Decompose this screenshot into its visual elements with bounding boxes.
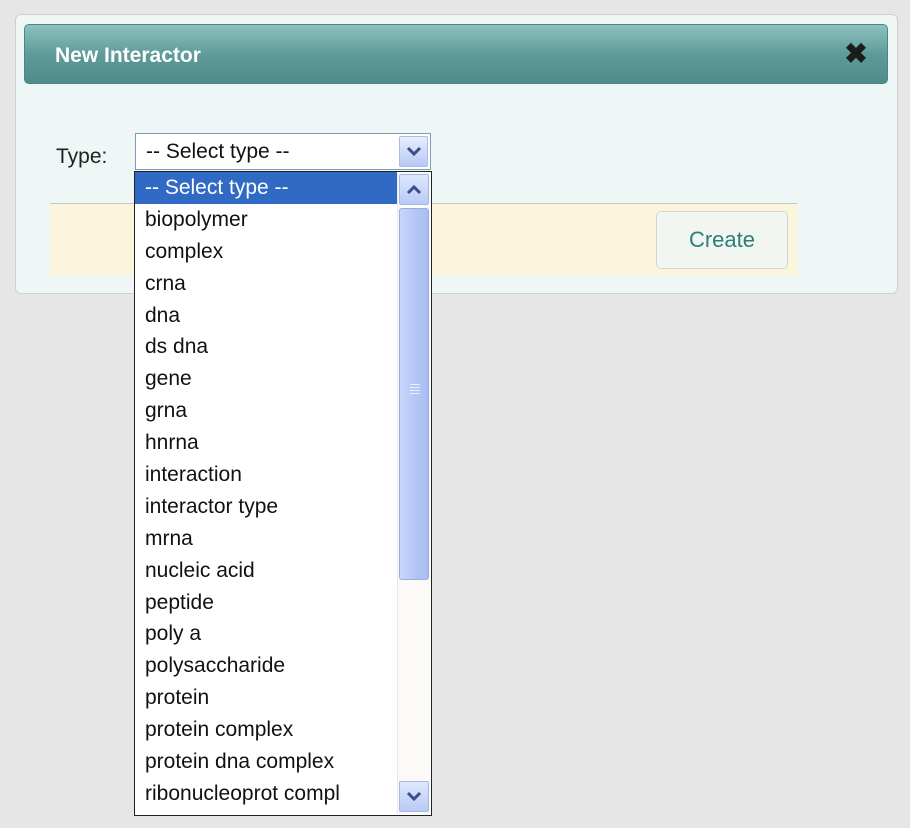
dropdown-option[interactable]: dna [135,300,397,332]
dropdown-option[interactable]: crna [135,268,397,300]
type-dropdown-list[interactable]: -- Select type -- biopolymer complex crna dn… [134,171,432,816]
type-select[interactable]: -- Select type -- [135,133,431,170]
scroll-thumb[interactable] [399,208,429,580]
dropdown-option[interactable]: interaction [135,459,397,491]
dialog-titlebar: New Interactor ✖ [24,24,888,84]
dropdown-option[interactable]: ds dna [135,331,397,363]
type-select-value: -- Select type -- [146,140,290,163]
dropdown-option[interactable]: protein [135,682,397,714]
chevron-down-icon [406,791,422,802]
dropdown-option[interactable]: complex [135,236,397,268]
dropdown-option[interactable]: peptide [135,587,397,619]
dropdown-option[interactable]: mrna [135,523,397,555]
dropdown-option[interactable]: polysaccharide [135,650,397,682]
dropdown-option[interactable]: -- Select type -- [135,172,397,204]
dropdown-option[interactable]: ribonucleoprot compl [135,778,397,810]
dropdown-option[interactable]: gene [135,363,397,395]
type-label: Type: [56,145,108,168]
scroll-up-button[interactable] [399,174,429,205]
chevron-up-icon [406,184,422,195]
close-icon[interactable]: ✖ [842,39,870,69]
dropdown-option[interactable]: poly a [135,618,397,650]
dropdown-option[interactable]: protein complex [135,714,397,746]
dialog-title: New Interactor [55,44,201,67]
dropdown-scrollbar[interactable] [397,173,430,814]
type-options: -- Select type -- biopolymer complex crna dn… [135,172,397,810]
dropdown-option[interactable]: hnrna [135,427,397,459]
scroll-down-button[interactable] [399,781,429,812]
dropdown-option[interactable]: nucleic acid [135,555,397,587]
dropdown-option[interactable]: protein dna complex [135,746,397,778]
chevron-down-icon[interactable] [399,136,428,167]
create-button[interactable]: Create [656,211,788,269]
grip-icon [410,384,420,396]
dropdown-option[interactable]: grna [135,395,397,427]
dropdown-option[interactable]: biopolymer [135,204,397,236]
dropdown-option[interactable]: interactor type [135,491,397,523]
